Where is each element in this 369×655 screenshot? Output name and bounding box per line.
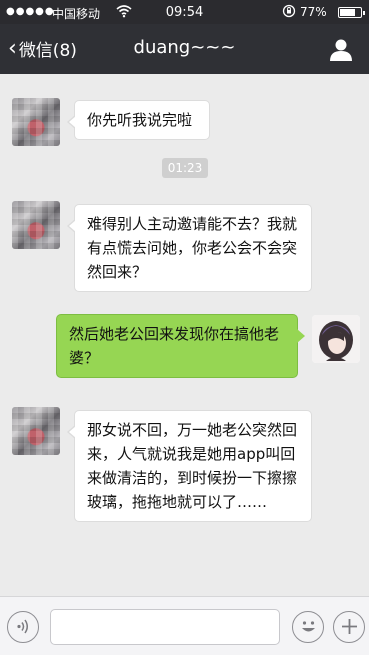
voice-icon — [16, 619, 28, 634]
contact-avatar[interactable] — [12, 98, 60, 146]
voice-button[interactable] — [7, 611, 39, 643]
person-icon[interactable] — [328, 37, 354, 63]
message-bubble-received[interactable]: 难得别人主动邀请能不去？我就有点慌去问她，你老公会不会突然回来？ — [67, 204, 312, 292]
input-bar — [0, 596, 369, 655]
chat-title: duang~~~ — [133, 37, 236, 58]
battery-fill — [340, 9, 356, 16]
rotation-lock-icon — [282, 4, 296, 21]
plus-icon — [341, 619, 357, 634]
chat-area[interactable]: 你先听我说完啦 01:23 难得别人主动邀请能不去？我就有点慌去问她，你老公会不… — [0, 74, 369, 596]
nav-bar: ‹ 微信(8) duang~~~ — [0, 24, 369, 74]
battery-icon — [338, 7, 365, 18]
smiley-icon — [301, 621, 315, 632]
message-input[interactable] — [50, 609, 280, 645]
contact-avatar[interactable] — [12, 201, 60, 249]
status-bar: ●●●●● 中国移动 09:54 77% — [0, 0, 369, 24]
message-bubble-received[interactable]: 那女说不回，万一她老公突然回来，人气就说我是她用app叫回来做清洁的，到时候扮一… — [67, 410, 312, 522]
user-avatar[interactable] — [312, 315, 360, 363]
emoji-button[interactable] — [292, 611, 324, 643]
add-button[interactable] — [333, 611, 365, 643]
message-timestamp: 01:23 — [162, 158, 208, 178]
message-bubble-received[interactable]: 你先听我说完啦 — [67, 100, 210, 140]
battery-tip — [363, 11, 365, 15]
contact-avatar[interactable] — [12, 407, 60, 455]
message-bubble-sent[interactable]: 然后她老公回来发现你在搞他老婆？ — [56, 314, 305, 378]
battery-percent: 77% — [300, 5, 327, 19]
